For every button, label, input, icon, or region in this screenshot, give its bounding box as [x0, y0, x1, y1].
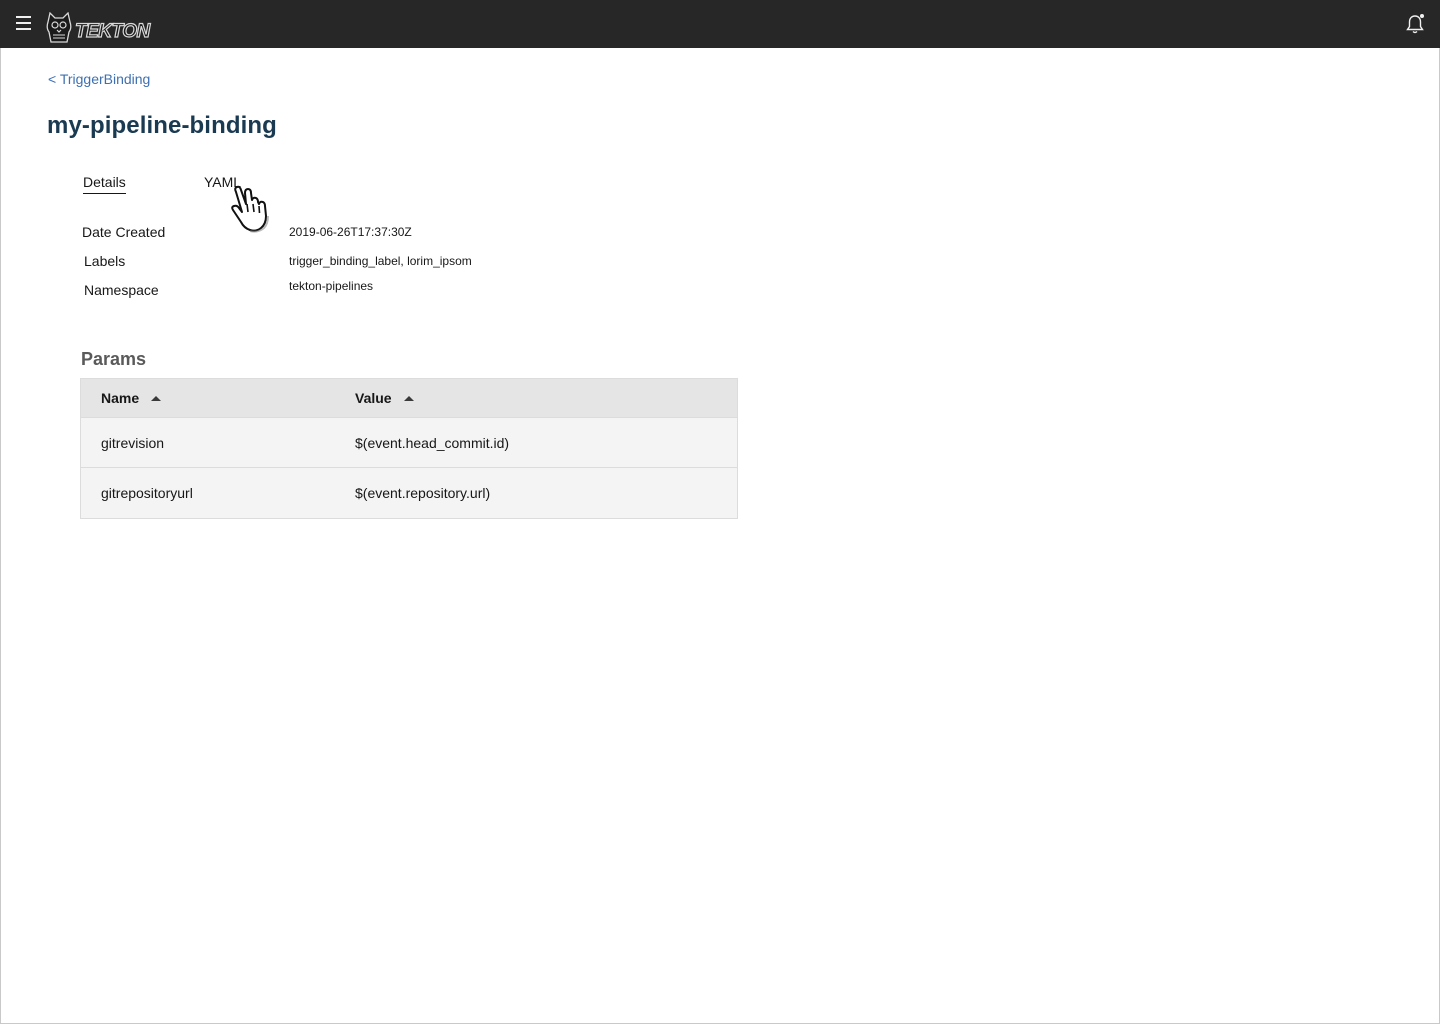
sort-ascending-icon[interactable]	[151, 395, 162, 401]
table-header: Name Value	[81, 379, 737, 417]
namespace-label: Namespace	[84, 282, 159, 298]
table-row: gitrepositoryurl $(event.repository.url)	[81, 467, 737, 518]
param-value-cell: $(event.head_commit.id)	[355, 435, 510, 451]
params-table: Name Value gitrevision $(event.head_comm…	[80, 378, 738, 519]
date-created-value: 2019-06-26T17:37:30Z	[289, 225, 412, 239]
column-header-value[interactable]: Value	[355, 390, 414, 406]
param-name-cell: gitrevision	[101, 435, 165, 451]
column-header-name[interactable]: Name	[101, 390, 162, 406]
labels-value: trigger_binding_label, lorim_ipsom	[289, 254, 472, 268]
params-heading: Params	[81, 349, 147, 369]
column-header-value-label: Value	[355, 390, 392, 406]
tekton-cat-icon	[46, 12, 72, 43]
param-value-cell: $(event.repository.url)	[355, 485, 491, 501]
table-row: gitrevision $(event.head_commit.id)	[81, 417, 737, 467]
top-header: TEKTON	[0, 0, 1440, 48]
back-link-triggerbinding[interactable]: < TriggerBinding	[48, 71, 150, 87]
date-created-label: Date Created	[82, 224, 166, 240]
tab-yaml[interactable]: YAML	[204, 174, 241, 193]
column-header-name-label: Name	[101, 390, 140, 406]
hamburger-menu-icon[interactable]	[14, 13, 34, 33]
page-title: my-pipeline-binding	[47, 112, 277, 139]
tab-details[interactable]: Details	[83, 174, 126, 194]
tekton-logo[interactable]: TEKTON	[45, 11, 151, 43]
sort-ascending-icon[interactable]	[403, 395, 414, 401]
labels-label: Labels	[84, 253, 126, 269]
namespace-value: tekton-pipelines	[289, 279, 374, 293]
param-name-cell: gitrepositoryurl	[101, 485, 193, 501]
logo-text: TEKTON	[74, 20, 150, 42]
bell-icon[interactable]	[1404, 13, 1426, 35]
